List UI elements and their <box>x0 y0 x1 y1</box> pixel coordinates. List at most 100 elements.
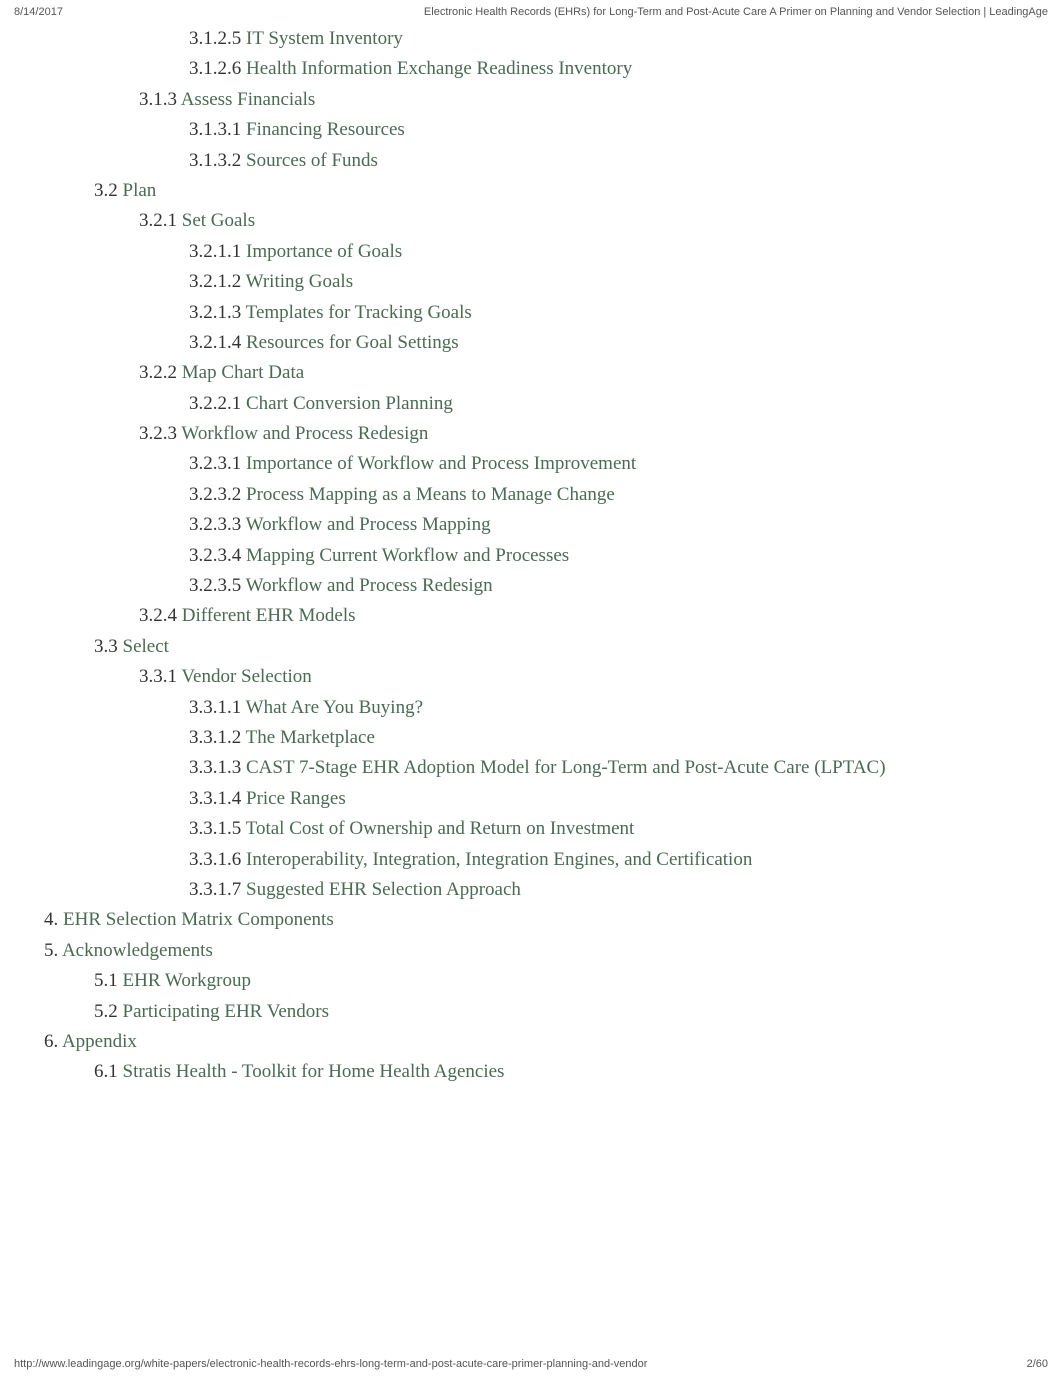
toc-link[interactable]: Process Mapping as a Means to Manage Cha… <box>246 484 615 505</box>
toc-row: 3.2.3.5 Workflow and Process Redesign <box>14 571 1048 601</box>
toc-link[interactable]: Workflow and Process Redesign <box>181 423 428 444</box>
toc-row: 5.1 EHR Workgroup <box>14 966 1048 996</box>
toc-link[interactable]: Participating EHR Vendors <box>123 1001 330 1022</box>
toc-row: 3.3.1.4 Price Ranges <box>14 784 1048 814</box>
toc-number: 3.2.3.2 <box>189 484 246 505</box>
toc-link[interactable]: Workflow and Process Redesign <box>246 575 493 596</box>
table-of-contents: 3.1.2.5 IT System Inventory3.1.2.6 Healt… <box>14 24 1048 1088</box>
toc-number: 5.2 <box>94 1001 123 1022</box>
toc-number: 3.2.1.3 <box>189 302 246 323</box>
toc-row: 4. EHR Selection Matrix Components <box>14 905 1048 935</box>
print-footer: http://www.leadingage.org/white-papers/e… <box>14 1358 1048 1370</box>
print-page-number: 2/60 <box>1027 1358 1048 1370</box>
toc-link[interactable]: EHR Workgroup <box>123 970 251 991</box>
toc-row: 3.2.3 Workflow and Process Redesign <box>14 419 1048 449</box>
toc-number: 3.2 <box>94 180 123 201</box>
toc-number: 3.2.3 <box>139 423 181 444</box>
toc-link[interactable]: Stratis Health - Toolkit for Home Health… <box>123 1061 505 1082</box>
toc-row: 3.1.3 Assess Financials <box>14 85 1048 115</box>
toc-row: 3.2.4 Different EHR Models <box>14 601 1048 631</box>
toc-link[interactable]: Suggested EHR Selection Approach <box>246 879 521 900</box>
toc-number: 3.1.3.2 <box>189 150 246 171</box>
toc-row: 3.3.1.5 Total Cost of Ownership and Retu… <box>14 814 1048 844</box>
toc-link[interactable]: Set Goals <box>182 210 255 231</box>
toc-link[interactable]: Price Ranges <box>246 788 346 809</box>
toc-row: 3.3.1.1 What Are You Buying? <box>14 693 1048 723</box>
toc-link[interactable]: Resources for Goal Settings <box>246 332 459 353</box>
toc-row: 3.2.2 Map Chart Data <box>14 358 1048 388</box>
toc-link[interactable]: Interoperability, Integration, Integrati… <box>246 849 752 870</box>
toc-link[interactable]: Workflow and Process Mapping <box>246 514 491 535</box>
toc-link[interactable]: What Are You Buying? <box>246 697 423 718</box>
toc-link[interactable]: Acknowledgements <box>62 940 213 961</box>
toc-link[interactable]: Plan <box>123 180 157 201</box>
toc-row: 3.2.1.4 Resources for Goal Settings <box>14 328 1048 358</box>
toc-row: 3.3.1.2 The Marketplace <box>14 723 1048 753</box>
toc-link[interactable]: The Marketplace <box>246 727 375 748</box>
toc-row: 3.2.1.1 Importance of Goals <box>14 237 1048 267</box>
toc-number: 6.1 <box>94 1061 123 1082</box>
toc-number: 3.2.1.1 <box>189 241 246 262</box>
toc-link[interactable]: Writing Goals <box>246 271 353 292</box>
toc-number: 3.2.3.1 <box>189 453 246 474</box>
toc-row: 3.1.3.2 Sources of Funds <box>14 146 1048 176</box>
toc-number: 3.3.1.4 <box>189 788 246 809</box>
toc-number: 3.2.4 <box>139 605 182 626</box>
toc-link[interactable]: Chart Conversion Planning <box>246 393 453 414</box>
toc-row: 3.2.1.2 Writing Goals <box>14 267 1048 297</box>
toc-row: 6. Appendix <box>14 1027 1048 1057</box>
toc-link[interactable]: Sources of Funds <box>246 150 378 171</box>
toc-row: 3.3 Select <box>14 632 1048 662</box>
toc-number: 3.2.3.3 <box>189 514 246 535</box>
toc-number: 3.2.3.5 <box>189 575 246 596</box>
print-url: http://www.leadingage.org/white-papers/e… <box>14 1358 647 1370</box>
toc-link[interactable]: Health Information Exchange Readiness In… <box>246 58 632 79</box>
toc-link[interactable]: Select <box>123 636 169 657</box>
toc-number: 3.1.3.1 <box>189 119 246 140</box>
toc-number: 3.3.1.3 <box>189 757 246 778</box>
toc-link[interactable]: Financing Resources <box>246 119 405 140</box>
toc-link[interactable]: Importance of Goals <box>246 241 402 262</box>
toc-row: 3.2.3.2 Process Mapping as a Means to Ma… <box>14 480 1048 510</box>
toc-number: 3.2.2.1 <box>189 393 246 414</box>
toc-link[interactable]: Importance of Workflow and Process Impro… <box>246 453 636 474</box>
toc-link[interactable]: Assess Financials <box>181 89 316 110</box>
print-header: 8/14/2017 Electronic Health Records (EHR… <box>14 0 1048 24</box>
toc-number: 3.2.1 <box>139 210 182 231</box>
print-title: Electronic Health Records (EHRs) for Lon… <box>424 6 1048 18</box>
toc-number: 3.2.1.4 <box>189 332 246 353</box>
toc-row: 3.3.1 Vendor Selection <box>14 662 1048 692</box>
toc-link[interactable]: CAST 7-Stage EHR Adoption Model for Long… <box>246 757 886 778</box>
toc-row: 3.2.1.3 Templates for Tracking Goals <box>14 298 1048 328</box>
toc-link[interactable]: Mapping Current Workflow and Processes <box>246 545 569 566</box>
toc-link[interactable]: Appendix <box>62 1031 137 1052</box>
toc-row: 3.2.2.1 Chart Conversion Planning <box>14 389 1048 419</box>
toc-row: 3.1.2.5 IT System Inventory <box>14 24 1048 54</box>
toc-number: 3.3.1.6 <box>189 849 246 870</box>
toc-row: 6.1 Stratis Health - Toolkit for Home He… <box>14 1057 1048 1087</box>
toc-number: 3.3.1.7 <box>189 879 246 900</box>
toc-link[interactable]: IT System Inventory <box>246 28 403 49</box>
toc-number: 3.3.1.1 <box>189 697 246 718</box>
toc-number: 5. <box>44 940 62 961</box>
toc-link[interactable]: Templates for Tracking Goals <box>246 302 472 323</box>
toc-row: 3.2.3.1 Importance of Workflow and Proce… <box>14 449 1048 479</box>
toc-number: 3.2.1.2 <box>189 271 246 292</box>
toc-row: 5.2 Participating EHR Vendors <box>14 997 1048 1027</box>
toc-row: 3.2.3.4 Mapping Current Workflow and Pro… <box>14 541 1048 571</box>
toc-link[interactable]: EHR Selection Matrix Components <box>63 909 334 930</box>
toc-number: 4. <box>44 909 63 930</box>
toc-link[interactable]: Vendor Selection <box>181 666 311 687</box>
toc-number: 3.3.1 <box>139 666 181 687</box>
toc-row: 3.2 Plan <box>14 176 1048 206</box>
toc-row: 5. Acknowledgements <box>14 936 1048 966</box>
toc-link[interactable]: Total Cost of Ownership and Return on In… <box>246 818 635 839</box>
toc-link[interactable]: Different EHR Models <box>182 605 356 626</box>
toc-number: 5.1 <box>94 970 123 991</box>
toc-row: 3.3.1.7 Suggested EHR Selection Approach <box>14 875 1048 905</box>
toc-row: 3.2.3.3 Workflow and Process Mapping <box>14 510 1048 540</box>
toc-number: 3.1.3 <box>139 89 181 110</box>
toc-number: 3.3.1.5 <box>189 818 246 839</box>
toc-number: 3.1.2.5 <box>189 28 246 49</box>
toc-link[interactable]: Map Chart Data <box>182 362 304 383</box>
